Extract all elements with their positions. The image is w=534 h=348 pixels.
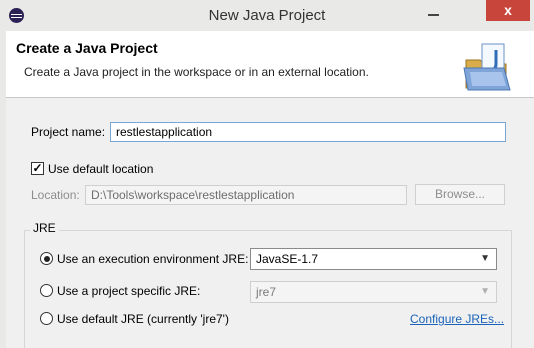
project-name-label: Project name: [31,125,106,139]
execution-environment-value: JavaSE-1.7 [256,252,319,266]
window-title: New Java Project [208,7,326,24]
minimize-icon[interactable] [428,14,439,16]
close-icon: x [504,2,512,18]
java-project-folder-icon [463,43,511,91]
location-input[interactable]: D:\Tools\workspace\restlestapplication [85,185,407,205]
project-specific-jre-label: Use a project specific JRE: [57,284,201,298]
browse-button[interactable]: Browse... [415,184,505,205]
project-specific-jre-select[interactable]: jre7 ▼ [250,281,497,303]
close-button[interactable]: x [486,0,530,21]
chevron-down-icon: ▼ [480,253,490,264]
wizard-title: Create a Java Project [16,40,158,56]
default-jre-radio[interactable] [40,312,53,325]
chevron-down-icon: ▼ [480,286,490,297]
checkmark-icon: ✓ [32,161,43,175]
project-specific-jre-radio[interactable] [40,284,53,297]
execution-environment-label: Use an execution environment JRE: [57,252,249,266]
execution-environment-radio[interactable] [40,252,53,265]
wizard-description: Create a Java project in the workspace o… [24,65,369,79]
radio-selected-dot [43,255,50,262]
default-jre-label: Use default JRE (currently 'jre7') [57,312,229,326]
use-default-location-label: Use default location [48,162,154,176]
wizard-header: Create a Java Project Create a Java proj… [6,31,534,98]
execution-environment-select[interactable]: JavaSE-1.7 ▼ [250,248,497,270]
project-specific-jre-value: jre7 [256,285,277,299]
project-name-input[interactable] [110,122,506,142]
configure-jres-link[interactable]: Configure JREs... [410,312,504,326]
use-default-location-checkbox[interactable]: ✓ [31,162,44,175]
location-label: Location: [31,188,80,202]
jre-group-label: JRE [30,221,59,235]
title-bar: New Java Project x [0,0,534,31]
